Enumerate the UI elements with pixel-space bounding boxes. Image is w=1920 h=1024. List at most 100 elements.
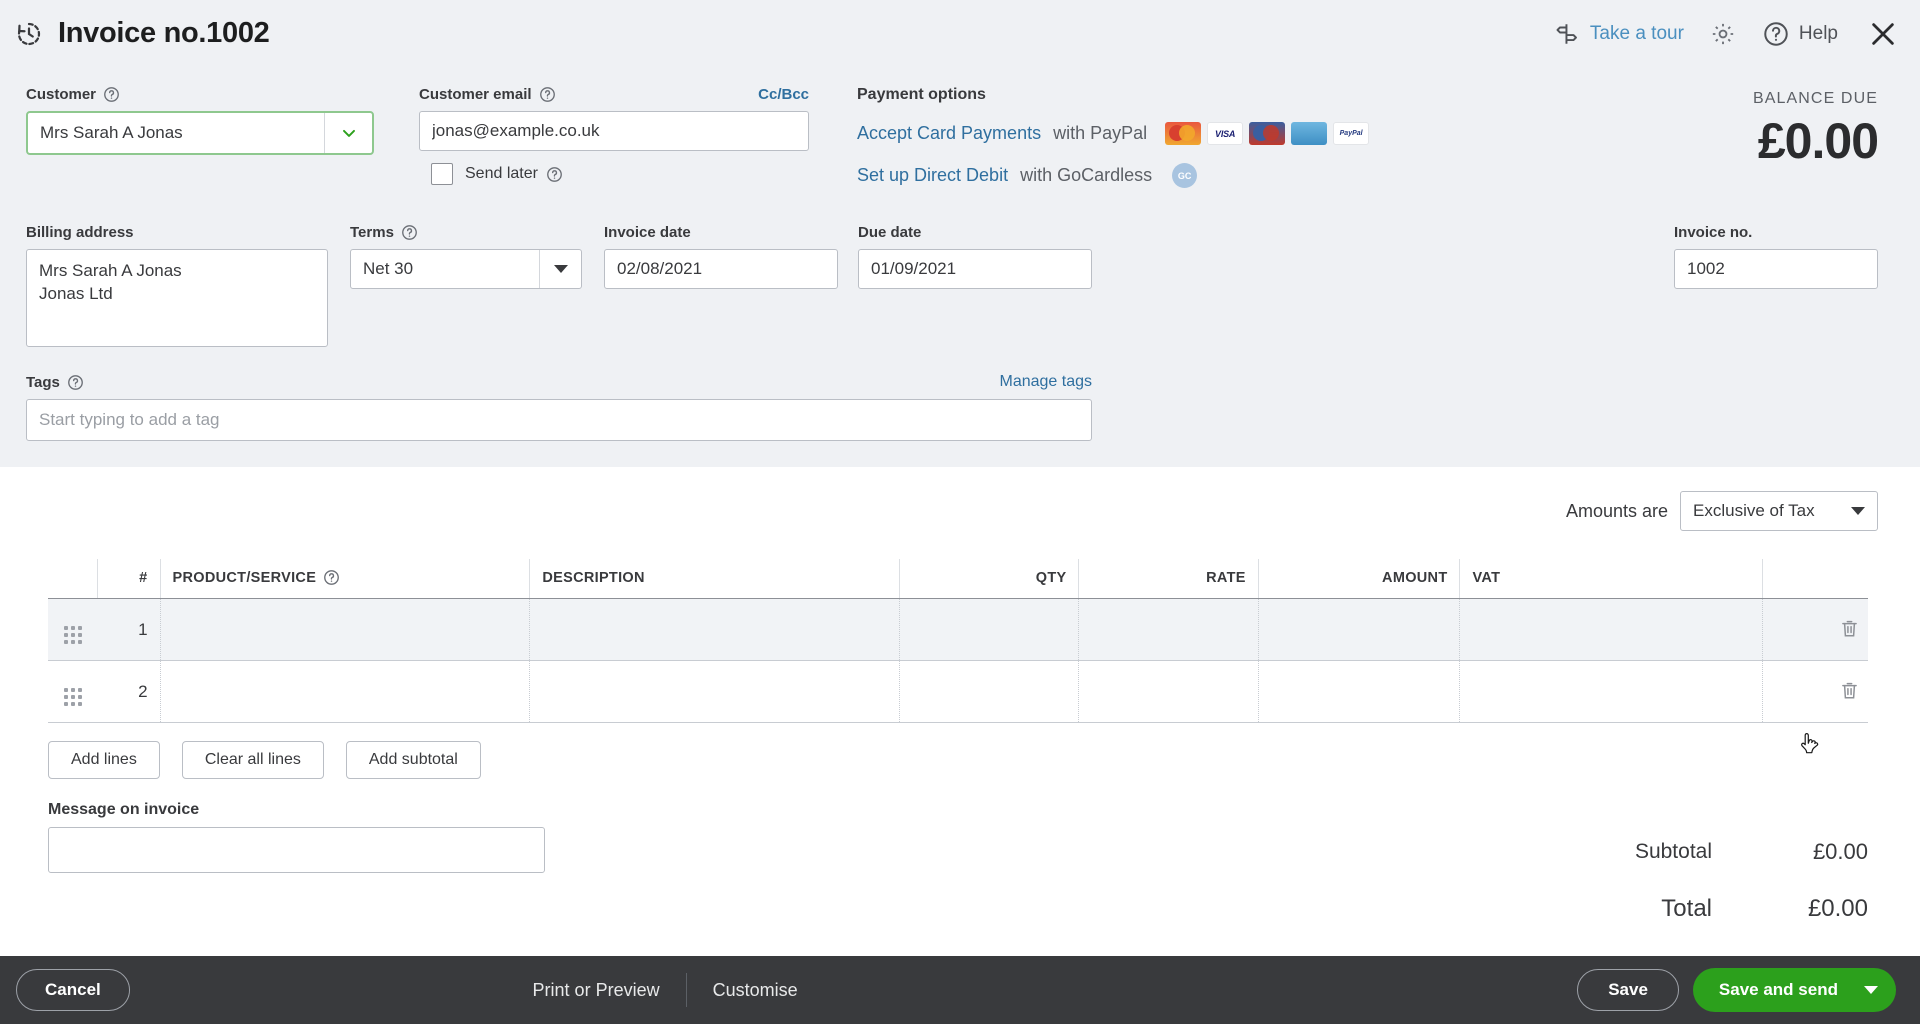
- tags-header: Tags Manage tags: [26, 373, 1092, 391]
- take-a-tour-button[interactable]: Take a tour: [1554, 21, 1684, 47]
- message-on-invoice-textarea[interactable]: [48, 827, 545, 873]
- paypal-logo: PayPal: [1333, 122, 1370, 145]
- row-rate[interactable]: [1078, 660, 1259, 723]
- accept-card-payments-link[interactable]: Accept Card Payments: [857, 123, 1041, 144]
- customer-email-input[interactable]: [419, 111, 809, 151]
- customer-email-header: Customer email Cc/Bcc: [419, 86, 809, 103]
- invoice-form-area: Customer Mrs Sarah A Jonas Customer emai…: [0, 68, 1920, 467]
- drag-handle-icon[interactable]: [48, 660, 98, 723]
- due-date-group: Due date: [858, 224, 1092, 347]
- action-footer: Cancel Print or Preview Customise Save S…: [0, 956, 1920, 1024]
- add-subtotal-button[interactable]: Add subtotal: [345, 741, 481, 779]
- question-mark-icon[interactable]: [546, 166, 563, 183]
- customer-label-text: Customer: [26, 86, 97, 103]
- row-rate[interactable]: [1078, 598, 1259, 661]
- billing-address-label: Billing address: [26, 224, 134, 241]
- gear-icon[interactable]: [1710, 21, 1736, 47]
- signpost-icon: [1554, 21, 1580, 47]
- question-mark-icon[interactable]: [323, 569, 340, 586]
- send-later-checkbox[interactable]: [431, 163, 453, 185]
- customer-field-group: Customer Mrs Sarah A Jonas: [26, 86, 374, 188]
- row-amount[interactable]: [1258, 598, 1461, 661]
- help-button[interactable]: Help: [1762, 20, 1838, 48]
- totals-block: Subtotal £0.00 Total £0.00: [1448, 599, 1868, 923]
- print-or-preview-button[interactable]: Print or Preview: [507, 980, 686, 1001]
- subtotal-value: £0.00: [1812, 839, 1868, 864]
- amounts-are-label: Amounts are: [1565, 500, 1668, 521]
- question-circle-icon: [1762, 20, 1790, 48]
- caret-down-icon[interactable]: [1863, 986, 1878, 994]
- row-product-service[interactable]: [160, 660, 531, 723]
- chevron-down-icon[interactable]: [324, 113, 372, 153]
- send-later-label-text: Send later: [465, 165, 538, 182]
- billing-address-textarea[interactable]: Mrs Sarah A Jonas Jonas Ltd: [26, 249, 328, 347]
- header-right-group: Take a tour Help: [1554, 19, 1898, 49]
- customer-value: Mrs Sarah A Jonas: [40, 123, 183, 142]
- row-description[interactable]: [529, 660, 901, 723]
- amounts-are-group: Amounts are Exclusive of Tax: [0, 467, 1920, 531]
- accept-card-payments-suffix: with PayPal: [1053, 123, 1148, 143]
- tags-input[interactable]: [26, 399, 1092, 441]
- row-amount[interactable]: [1258, 660, 1461, 723]
- balance-due-block: BALANCE DUE £0.00: [1753, 90, 1879, 170]
- col-drag-handle: [48, 559, 98, 599]
- tags-group: Tags Manage tags: [0, 347, 1092, 441]
- subtotal-row: Subtotal £0.00: [1448, 599, 1868, 865]
- col-product-service-label: PRODUCT/SERVICE: [172, 569, 317, 586]
- cc-bcc-link[interactable]: Cc/Bcc: [758, 86, 809, 103]
- total-row: Total £0.00: [1448, 895, 1868, 923]
- drag-handle-icon[interactable]: [48, 598, 98, 661]
- total-label: Total: [1661, 895, 1712, 922]
- page-title: Invoice no.1002: [58, 17, 270, 49]
- customer-select[interactable]: Mrs Sarah A Jonas: [26, 111, 374, 155]
- invoice-no-input[interactable]: [1674, 249, 1878, 289]
- row-description[interactable]: [529, 598, 901, 661]
- caret-down-icon[interactable]: [539, 250, 581, 288]
- clear-all-lines-button[interactable]: Clear all lines: [181, 741, 324, 779]
- terms-select[interactable]: Net 30: [350, 249, 582, 289]
- question-mark-icon[interactable]: [401, 224, 418, 241]
- set-up-direct-debit-link[interactable]: Set up Direct Debit: [857, 165, 1008, 186]
- header-left-group: Invoice no.1002: [14, 17, 270, 50]
- row-qty[interactable]: [899, 598, 1080, 661]
- cancel-button[interactable]: Cancel: [16, 969, 130, 1011]
- send-later-group[interactable]: Send later: [419, 163, 809, 185]
- customer-label: Customer: [26, 86, 374, 103]
- tags-label-text: Tags: [26, 373, 60, 391]
- accept-card-payments-row: Accept Card Payments with PayPal VISA Pa…: [857, 122, 1457, 145]
- history-clock-icon[interactable]: [14, 19, 44, 49]
- col-rate: RATE: [1078, 559, 1259, 599]
- footer-center-links: Print or Preview Customise: [507, 973, 824, 1007]
- due-date-input[interactable]: [858, 249, 1092, 289]
- amounts-are-value: Exclusive of Tax: [1693, 501, 1815, 520]
- billing-address-group: Billing address Mrs Sarah A Jonas Jonas …: [26, 224, 328, 347]
- line-items-area: Amounts are Exclusive of Tax # PRODUCT/S…: [0, 467, 1920, 1024]
- row-qty[interactable]: [899, 660, 1080, 723]
- close-x-icon[interactable]: [1868, 19, 1898, 49]
- col-actions: [1762, 559, 1868, 599]
- save-button[interactable]: Save: [1577, 969, 1679, 1011]
- row-product-service[interactable]: [160, 598, 531, 661]
- save-and-send-button[interactable]: Save and send: [1692, 968, 1896, 1012]
- question-mark-icon[interactable]: [539, 86, 556, 103]
- col-vat: VAT: [1459, 559, 1764, 599]
- question-mark-icon[interactable]: [67, 374, 84, 391]
- question-mark-icon[interactable]: [103, 86, 120, 103]
- customise-button[interactable]: Customise: [687, 980, 824, 1001]
- invoice-date-label: Invoice date: [604, 224, 691, 241]
- caret-down-icon: [1851, 507, 1865, 515]
- col-number: #: [97, 559, 161, 599]
- invoice-date-input[interactable]: [604, 249, 838, 289]
- direct-debit-suffix: with GoCardless: [1020, 165, 1153, 185]
- due-date-label: Due date: [858, 224, 922, 241]
- billing-address-line-1: Mrs Sarah A Jonas: [39, 261, 182, 280]
- amounts-are-select[interactable]: Exclusive of Tax: [1680, 491, 1878, 531]
- customer-email-field-group: Customer email Cc/Bcc jonas@example.co.u…: [419, 86, 809, 188]
- amex-logo: [1291, 122, 1328, 145]
- add-lines-button[interactable]: Add lines: [48, 741, 160, 779]
- window-header: Invoice no.1002 Take a tour Help: [0, 0, 1920, 68]
- terms-label: Terms: [350, 224, 582, 241]
- manage-tags-link[interactable]: Manage tags: [999, 373, 1092, 391]
- balance-due-amount: £0.00: [1757, 113, 1879, 169]
- mastercard-logo: [1165, 122, 1202, 145]
